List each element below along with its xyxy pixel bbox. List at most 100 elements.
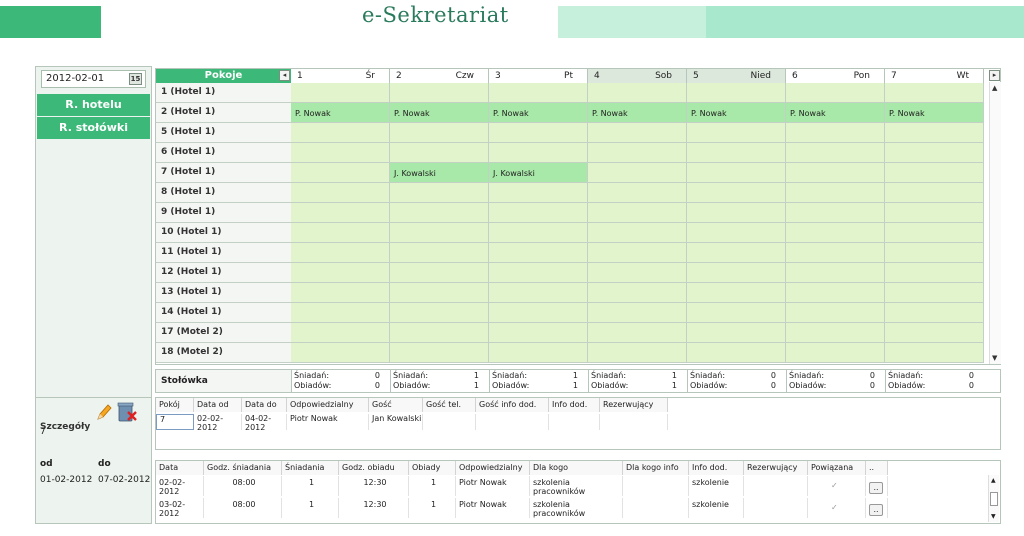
room-day-cell[interactable] xyxy=(390,323,489,343)
meal-cell[interactable]: szkolenia pracowników xyxy=(530,498,623,518)
room-day-cell[interactable] xyxy=(588,183,687,203)
meal-cell[interactable]: 12:30 xyxy=(339,498,409,518)
room-day-cell[interactable] xyxy=(390,203,489,223)
room-day-cell[interactable] xyxy=(588,203,687,223)
meal-cell[interactable]: 1 xyxy=(282,498,339,518)
room-day-cell[interactable] xyxy=(489,83,588,103)
meal-cell[interactable]: 1 xyxy=(409,498,456,518)
room-day-cell[interactable] xyxy=(588,143,687,163)
meal-cell[interactable]: 1 xyxy=(282,476,339,496)
room-day-cell[interactable] xyxy=(588,163,687,183)
room-day-cell[interactable] xyxy=(885,343,984,363)
grid-vertical-scrollbar[interactable]: ▲ ▼ xyxy=(989,82,1001,364)
booking-cell[interactable]: P. Nowak xyxy=(291,103,390,123)
booking-column-header[interactable]: Pokój xyxy=(156,398,194,412)
room-day-cell[interactable] xyxy=(291,203,390,223)
scroll-down-icon[interactable]: ▼ xyxy=(991,513,996,520)
room-day-cell[interactable] xyxy=(291,123,390,143)
room-day-cell[interactable] xyxy=(786,263,885,283)
room-day-cell[interactable] xyxy=(885,183,984,203)
room-day-cell[interactable] xyxy=(489,203,588,223)
room-day-cell[interactable] xyxy=(390,243,489,263)
room-day-cell[interactable] xyxy=(390,263,489,283)
booking-cell[interactable] xyxy=(423,414,476,430)
booking-column-header[interactable]: Data do xyxy=(242,398,287,412)
meal-column-header[interactable]: Odpowiedzialny xyxy=(456,461,530,475)
booking-cell[interactable]: J. Kowalski xyxy=(489,163,588,183)
room-day-cell[interactable] xyxy=(291,183,390,203)
booking-cell[interactable]: 7 xyxy=(156,414,194,430)
room-day-cell[interactable] xyxy=(786,83,885,103)
room-label[interactable]: 2 (Hotel 1) xyxy=(156,103,291,123)
row-more-button[interactable]: .. xyxy=(869,504,883,516)
room-day-cell[interactable] xyxy=(687,283,786,303)
room-label[interactable]: 11 (Hotel 1) xyxy=(156,243,291,263)
room-day-cell[interactable] xyxy=(390,223,489,243)
canteen-day-cell[interactable]: Śniadań: 0 Obiadów: 0 xyxy=(291,370,390,392)
meal-column-header[interactable]: Rezerwujący xyxy=(744,461,808,475)
meal-column-header[interactable]: Info dod. xyxy=(689,461,744,475)
meal-table-scrollbar[interactable]: ▲ ▼ xyxy=(988,475,999,522)
meal-column-header[interactable]: Dla kogo xyxy=(530,461,623,475)
room-day-cell[interactable] xyxy=(291,323,390,343)
scroll-left-icon[interactable]: ◂ xyxy=(279,70,290,81)
room-label[interactable]: 5 (Hotel 1) xyxy=(156,123,291,143)
canteen-day-cell[interactable]: Śniadań: 1 Obiadów: 1 xyxy=(390,370,489,392)
room-label[interactable]: 12 (Hotel 1) xyxy=(156,263,291,283)
room-day-cell[interactable] xyxy=(885,223,984,243)
booking-cell[interactable] xyxy=(549,414,600,430)
booking-column-header[interactable]: Gość xyxy=(369,398,423,412)
meal-cell[interactable] xyxy=(744,476,808,496)
meal-cell[interactable]: 08:00 xyxy=(204,476,282,496)
room-day-cell[interactable] xyxy=(588,223,687,243)
room-day-cell[interactable] xyxy=(885,143,984,163)
meal-column-header[interactable]: .. xyxy=(866,461,888,475)
room-day-cell[interactable] xyxy=(786,203,885,223)
room-label[interactable]: 7 (Hotel 1) xyxy=(156,163,291,183)
room-label[interactable]: 13 (Hotel 1) xyxy=(156,283,291,303)
room-label[interactable]: 8 (Hotel 1) xyxy=(156,183,291,203)
room-day-cell[interactable] xyxy=(687,143,786,163)
booking-cell[interactable]: P. Nowak xyxy=(489,103,588,123)
room-day-cell[interactable] xyxy=(588,263,687,283)
room-day-cell[interactable] xyxy=(588,243,687,263)
hotel-view-button[interactable]: R. hotelu xyxy=(37,94,150,116)
meal-cell[interactable] xyxy=(744,498,808,518)
room-day-cell[interactable] xyxy=(786,283,885,303)
room-day-cell[interactable] xyxy=(588,343,687,363)
room-day-cell[interactable] xyxy=(291,303,390,323)
room-day-cell[interactable] xyxy=(786,343,885,363)
room-day-cell[interactable] xyxy=(687,83,786,103)
room-day-cell[interactable] xyxy=(588,323,687,343)
room-day-cell[interactable] xyxy=(885,323,984,343)
booking-cell[interactable] xyxy=(476,414,549,430)
room-day-cell[interactable] xyxy=(489,183,588,203)
room-day-cell[interactable] xyxy=(588,83,687,103)
room-day-cell[interactable] xyxy=(588,283,687,303)
room-day-cell[interactable] xyxy=(291,283,390,303)
room-day-cell[interactable] xyxy=(687,343,786,363)
room-label[interactable]: 1 (Hotel 1) xyxy=(156,83,291,103)
room-day-cell[interactable] xyxy=(885,263,984,283)
meal-cell[interactable]: 1 xyxy=(409,476,456,496)
room-day-cell[interactable] xyxy=(786,303,885,323)
booking-cell[interactable]: 02-02-2012 xyxy=(194,414,242,432)
scroll-up-icon[interactable]: ▲ xyxy=(992,84,997,92)
room-day-cell[interactable] xyxy=(291,243,390,263)
room-day-cell[interactable] xyxy=(786,123,885,143)
room-day-cell[interactable] xyxy=(489,223,588,243)
room-day-cell[interactable] xyxy=(489,323,588,343)
room-day-cell[interactable] xyxy=(291,163,390,183)
room-day-cell[interactable] xyxy=(291,223,390,243)
delete-trash-icon[interactable] xyxy=(116,400,138,424)
meal-cell[interactable] xyxy=(623,476,689,496)
room-day-cell[interactable] xyxy=(489,303,588,323)
booking-cell[interactable]: 04-02-2012 xyxy=(242,414,287,432)
booking-column-header[interactable]: Gość tel. xyxy=(423,398,476,412)
room-day-cell[interactable] xyxy=(390,343,489,363)
room-day-cell[interactable] xyxy=(489,143,588,163)
booking-cell[interactable]: P. Nowak xyxy=(588,103,687,123)
room-day-cell[interactable] xyxy=(390,123,489,143)
room-day-cell[interactable] xyxy=(390,283,489,303)
room-day-cell[interactable] xyxy=(687,263,786,283)
